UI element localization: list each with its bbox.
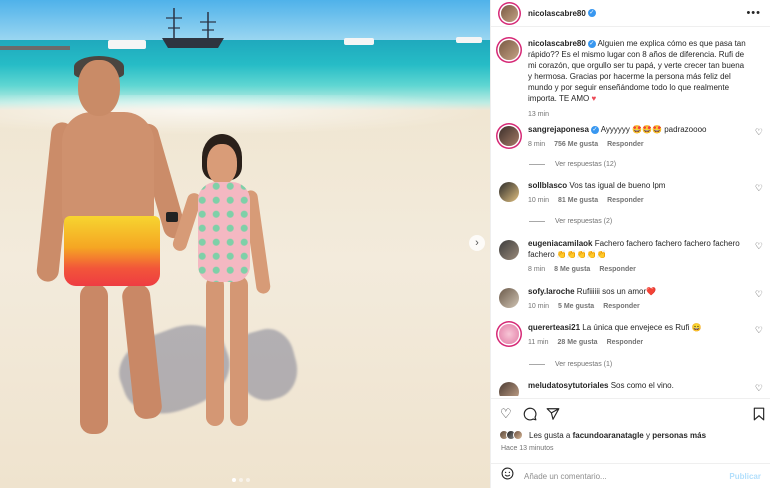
comments-list[interactable]: nicolascabre80 ✓ Alguien me explica cómo …: [491, 28, 770, 396]
red-heart-icon: ♥: [591, 94, 597, 103]
swim-shorts: [64, 216, 160, 286]
bookmark-icon[interactable]: [753, 407, 765, 423]
author-username[interactable]: nicolascabre80: [528, 9, 586, 18]
comment-text: Vos tas igual de bueno lpm: [569, 181, 666, 190]
likes-summary[interactable]: Les gusta a facundoaranatagle y personas…: [499, 430, 706, 440]
comment-icon[interactable]: [523, 407, 537, 423]
post-side-panel: nicolascabre80 ✓ ••• nicolascabre80 ✓ Alg…: [490, 0, 770, 488]
comment-time: 10 min: [528, 197, 550, 204]
avatar[interactable]: [499, 240, 519, 260]
heart-icon[interactable]: ♡: [755, 383, 763, 394]
reply-button[interactable]: Responder: [603, 301, 640, 312]
more-icon[interactable]: •••: [746, 7, 761, 19]
caption-time: 13 min: [528, 111, 550, 118]
view-replies-label[interactable]: Ver respuestas (1): [555, 361, 612, 368]
reply-button[interactable]: Responder: [607, 195, 644, 206]
chevron-right-icon[interactable]: ›: [469, 235, 485, 251]
carousel-dot: [239, 478, 243, 482]
boat: [108, 40, 146, 49]
carousel-dot: [232, 478, 236, 482]
avatar[interactable]: [499, 382, 519, 396]
comment-username[interactable]: eugeniacamilaok: [528, 239, 592, 248]
view-replies[interactable]: Ver respuestas (2): [529, 218, 612, 225]
comment-likes[interactable]: 81 Me gusta: [558, 195, 598, 206]
comment-time: 10 min: [528, 303, 550, 310]
comment-username[interactable]: sofy.laroche: [528, 287, 575, 296]
comment-time: 8 min: [528, 266, 546, 273]
verified-icon: ✓: [590, 125, 599, 134]
boat: [344, 38, 374, 45]
view-replies[interactable]: Ver respuestas (1): [529, 361, 612, 368]
post-photo[interactable]: ›: [0, 0, 490, 488]
carousel-dot: [246, 478, 250, 482]
comment-time: 11 min: [528, 339, 549, 346]
pirate-ship: [162, 8, 224, 48]
avatar[interactable]: [499, 288, 519, 308]
view-replies-label[interactable]: Ver respuestas (12): [555, 161, 616, 168]
avatar[interactable]: [499, 324, 519, 344]
comment-item: meludatosytutoriales Sos como el vino. ♡: [499, 380, 767, 396]
heart-icon[interactable]: ♡: [500, 407, 512, 420]
caption-username[interactable]: nicolascabre80: [528, 39, 586, 48]
heart-icon[interactable]: ♡: [755, 127, 763, 138]
caption-text: Alguien me explica cómo es que pasa tan …: [528, 39, 746, 103]
post-comment-button[interactable]: Publicar: [729, 472, 761, 481]
send-icon[interactable]: [546, 407, 560, 423]
comment-likes[interactable]: 756 Me gusta: [554, 139, 598, 150]
comment-item: quererteasi21 La única que envejece es R…: [499, 322, 767, 348]
avatar[interactable]: [499, 126, 519, 146]
comment-username[interactable]: quererteasi21: [528, 323, 580, 332]
carousel-dots: [232, 478, 250, 482]
comment-text: La única que envejece es Rufi 😄: [582, 323, 702, 332]
reply-button[interactable]: Responder: [607, 139, 644, 150]
likes-others[interactable]: personas más: [652, 431, 706, 440]
heart-icon[interactable]: ♡: [755, 183, 763, 194]
comment-item: eugeniacamilaok Fachero fachero fachero …: [499, 238, 767, 275]
swimsuit: [198, 182, 250, 282]
comment-item: sollblasco Vos tas igual de bueno lpm 10…: [499, 180, 767, 206]
view-replies[interactable]: Ver respuestas (12): [529, 161, 616, 168]
comment-likes[interactable]: 5 Me gusta: [558, 301, 594, 312]
comment-username[interactable]: sangrejaponesa: [528, 125, 589, 134]
action-bar: ♡: [491, 398, 770, 426]
comment-time: 8 min: [528, 141, 546, 148]
comment-text: Rufiiiiii sos un amor❤️: [576, 287, 657, 296]
comment-input[interactable]: [524, 471, 730, 481]
liker-avatar: [513, 430, 523, 440]
pier: [0, 46, 70, 50]
add-comment-bar: Publicar: [491, 463, 770, 488]
comment-item: sangrejaponesa ✓ Ayyyyyy 🤩🤩🤩 padrazoooo 8…: [499, 124, 767, 150]
comment-text: Sos como el vino.: [610, 381, 674, 390]
comment-likes[interactable]: 8 Me gusta: [554, 264, 590, 275]
comment-likes[interactable]: 28 Me gusta: [558, 337, 598, 348]
verified-icon: ✓: [587, 39, 596, 48]
comment-username[interactable]: meludatosytutoriales: [528, 381, 608, 390]
posted-time: Hace 13 minutos: [501, 445, 554, 452]
avatar[interactable]: [501, 4, 518, 22]
emoji-icon[interactable]: [501, 467, 514, 485]
heart-icon[interactable]: ♡: [755, 241, 763, 252]
boat: [456, 37, 482, 43]
verified-icon: ✓: [587, 9, 596, 17]
likes-user[interactable]: facundoaranatagle: [573, 431, 644, 440]
sky: [0, 0, 490, 40]
caption: nicolascabre80 ✓ Alguien me explica cómo …: [499, 38, 767, 120]
post-header: nicolascabre80 ✓ •••: [491, 0, 770, 27]
comment-text: Ayyyyyy 🤩🤩🤩 padrazoooo: [600, 125, 707, 134]
heart-icon[interactable]: ♡: [755, 325, 763, 336]
likes-prefix: Les gusta a: [529, 430, 571, 440]
avatar[interactable]: [499, 182, 519, 202]
reply-button[interactable]: Responder: [607, 337, 644, 348]
reply-button[interactable]: Responder: [599, 264, 636, 275]
likes-suffix: y: [645, 430, 650, 440]
avatar[interactable]: [499, 40, 519, 60]
comment-item: sofy.laroche Rufiiiiii sos un amor❤️ 10 …: [499, 286, 767, 312]
watch: [166, 212, 178, 222]
comment-username[interactable]: sollblasco: [528, 181, 567, 190]
view-replies-label[interactable]: Ver respuestas (2): [555, 218, 612, 225]
heart-icon[interactable]: ♡: [755, 289, 763, 300]
